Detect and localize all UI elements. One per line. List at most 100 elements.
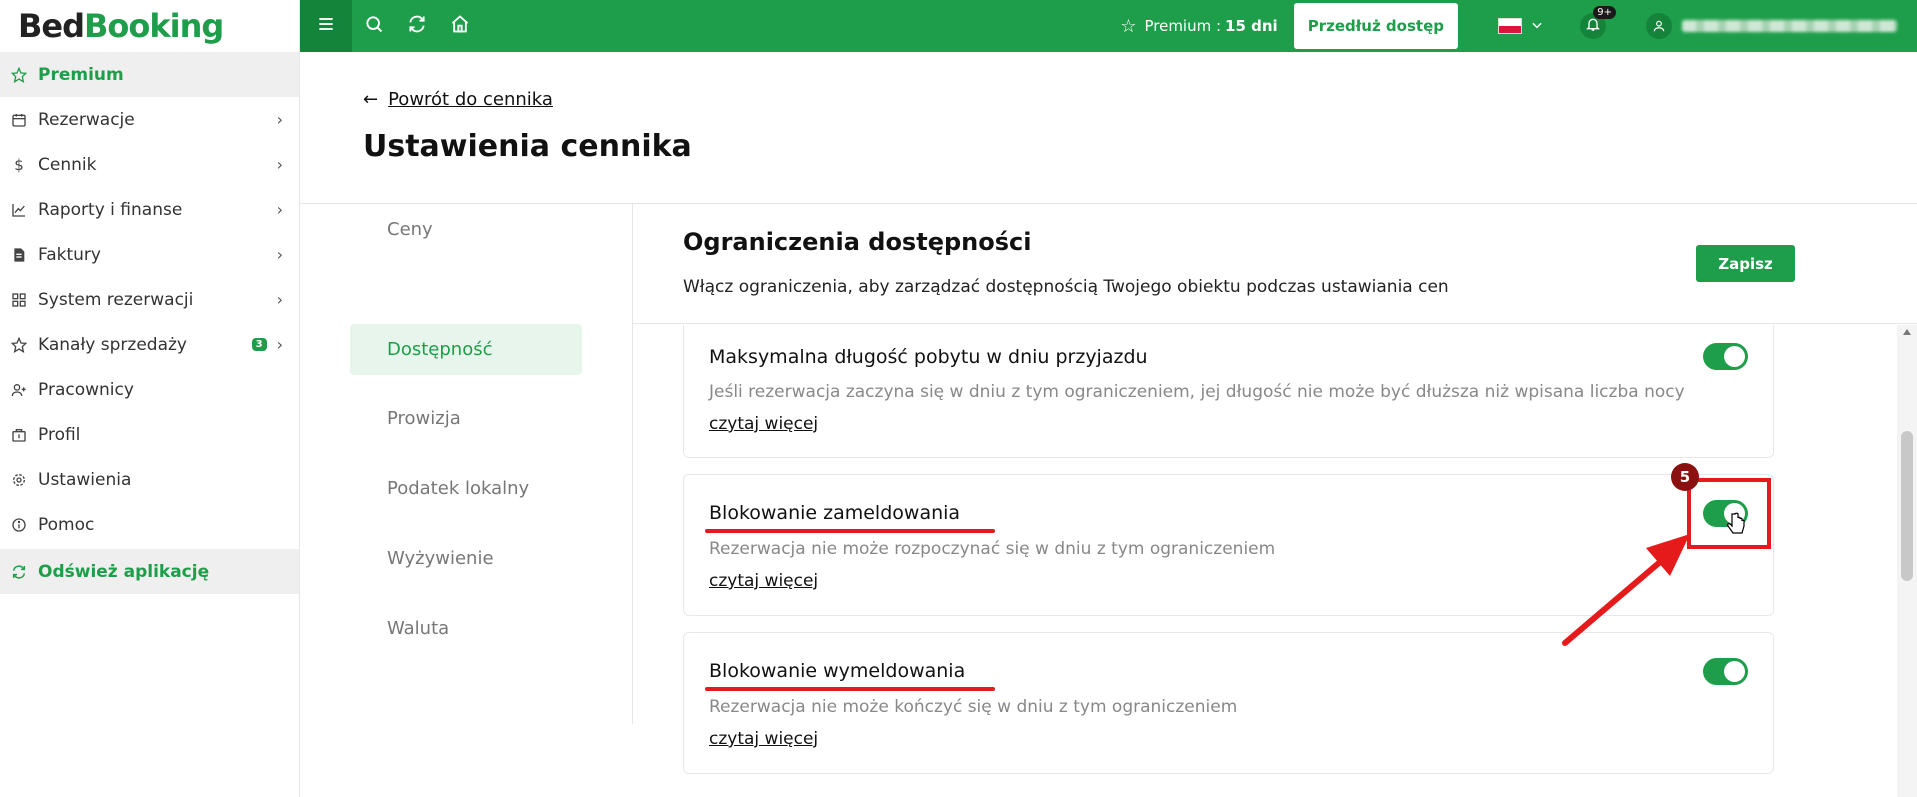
- sidebar-item-raporty[interactable]: Raporty i finanse ›: [0, 187, 299, 232]
- settings-tabs: Ceny Dostępność Prowizja Podatek lokalny…: [300, 204, 633, 724]
- chevron-right-icon: ›: [276, 335, 283, 354]
- sidebar-item-label: Kanały sprzedaży: [38, 334, 187, 355]
- annotation-arrow-icon: [1562, 534, 1690, 646]
- grid-icon: [10, 291, 28, 309]
- poland-flag-icon: [1498, 18, 1522, 34]
- sidebar-item-rezerwacje[interactable]: Rezerwacje ›: [0, 97, 299, 142]
- annotation-underline: [705, 687, 995, 691]
- arrow-left-icon: ←: [363, 89, 379, 110]
- info-icon: [10, 516, 28, 534]
- sidebar-item-kanaly[interactable]: Kanały sprzedaży 3 ›: [0, 322, 299, 367]
- calendar-icon: [10, 111, 28, 129]
- sidebar-item-cennik[interactable]: $ Cennik ›: [0, 142, 299, 187]
- gear-icon: [10, 471, 28, 489]
- user-name-redacted: [1682, 20, 1897, 32]
- home-icon: [450, 14, 470, 38]
- chevron-down-icon: [1530, 17, 1544, 36]
- restriction-description: Jeśli rezerwacja zaczyna się w dniu z ty…: [709, 382, 1685, 402]
- dollar-icon: $: [14, 155, 24, 174]
- restriction-title: Maksymalna długość pobytu w dniu przyjaz…: [709, 346, 1148, 368]
- restriction-card: Maksymalna długość pobytu w dniu przyjaz…: [683, 325, 1774, 458]
- sidebar-item-refresh-app[interactable]: Odśwież aplikację: [0, 549, 299, 594]
- user-icon: [1646, 13, 1672, 39]
- section-description: Włącz ograniczenia, aby zarządzać dostęp…: [683, 277, 1449, 297]
- building-icon: [10, 426, 28, 444]
- sidebar-nav: Premium Rezerwacje › $ Cennik › Raporty …: [0, 52, 299, 594]
- sidebar-item-pomoc[interactable]: Pomoc: [0, 502, 299, 547]
- logo[interactable]: Bed Booking: [0, 0, 299, 52]
- logo-booking: Booking: [84, 7, 224, 45]
- sidebar-item-ustawienia[interactable]: Ustawienia: [0, 457, 299, 502]
- premium-label: Premium :: [1144, 17, 1222, 35]
- premium-days: 15 dni: [1225, 17, 1278, 35]
- restriction-description: Rezerwacja nie może rozpoczynać się w dn…: [709, 539, 1276, 559]
- sidebar-item-label: Odśwież aplikację: [38, 561, 210, 582]
- chevron-right-icon: ›: [276, 290, 283, 309]
- sidebar-item-faktury[interactable]: Faktury ›: [0, 232, 299, 277]
- sidebar-item-profil[interactable]: Profil: [0, 412, 299, 457]
- restriction-toggle[interactable]: [1703, 658, 1748, 685]
- restriction-title: Blokowanie wymeldowania: [709, 660, 966, 682]
- scrollbar[interactable]: [1897, 325, 1917, 797]
- premium-status: ☆ Premium : 15 dni: [1120, 16, 1277, 37]
- chevron-right-icon: ›: [276, 155, 283, 174]
- sync-button[interactable]: [395, 0, 438, 52]
- sidebar-item-pracownicy[interactable]: Pracownicy: [0, 367, 299, 412]
- sidebar-item-label: Pomoc: [38, 514, 95, 535]
- back-link-label: Powrót do cennika: [388, 89, 553, 110]
- back-link[interactable]: ← Powrót do cennika: [363, 89, 553, 110]
- sync-icon: [407, 14, 427, 38]
- user-menu[interactable]: [1646, 13, 1897, 39]
- sidebar: Bed Booking Premium Rezerwacje › $ Cennik…: [0, 0, 300, 797]
- page-title: Ustawienia cennika: [363, 129, 692, 164]
- app: Bed Booking Premium Rezerwacje › $ Cennik…: [0, 0, 1917, 797]
- invoice-icon: [10, 246, 28, 264]
- menu-button[interactable]: [300, 0, 352, 52]
- sidebar-item-label: Cennik: [38, 154, 97, 175]
- sidebar-item-label: Faktury: [38, 244, 101, 265]
- sidebar-item-label: Raporty i finanse: [38, 199, 183, 220]
- star-icon: [10, 66, 28, 84]
- page-header: ← Powrót do cennika Ustawienia cennika: [300, 52, 1917, 204]
- save-button[interactable]: Zapisz: [1696, 245, 1795, 282]
- tab-wyzywienie[interactable]: Wyżywienie: [350, 533, 582, 584]
- sidebar-item-label: Profil: [38, 424, 81, 445]
- tab-podatek-lokalny[interactable]: Podatek lokalny: [350, 463, 582, 514]
- step-number-badge: 5: [1671, 463, 1699, 491]
- tab-prowizja[interactable]: Prowizja: [350, 393, 582, 444]
- logo-bed: Bed: [18, 7, 85, 45]
- chevron-right-icon: ›: [276, 245, 283, 264]
- restriction-title: Blokowanie zameldowania: [709, 502, 961, 524]
- tab-waluta[interactable]: Waluta: [350, 603, 582, 654]
- scrollbar-thumb[interactable]: [1901, 431, 1913, 581]
- language-selector[interactable]: [1498, 17, 1544, 36]
- notifications-button[interactable]: 9+: [1580, 6, 1616, 39]
- chevron-right-icon: ›: [276, 200, 283, 219]
- read-more-link[interactable]: czytaj więcej: [709, 729, 818, 749]
- refresh-icon: [10, 563, 28, 581]
- notifications-count: 9+: [1593, 6, 1616, 19]
- scroll-up-icon[interactable]: [1903, 329, 1911, 335]
- read-more-link[interactable]: czytaj więcej: [709, 571, 818, 591]
- user-plus-icon: [10, 381, 28, 399]
- star-outline-icon: ☆: [1120, 15, 1137, 37]
- hamburger-icon: [316, 14, 336, 38]
- chart-icon: [10, 201, 28, 219]
- tab-dostepnosc[interactable]: Dostępność: [350, 324, 582, 375]
- home-button[interactable]: [438, 0, 481, 52]
- extend-access-button[interactable]: Przedłuż dostęp: [1293, 3, 1458, 49]
- read-more-link[interactable]: czytaj więcej: [709, 414, 818, 434]
- sidebar-item-label: System rezerwacji: [38, 289, 194, 310]
- restriction-description: Rezerwacja nie może kończyć się w dniu z…: [709, 697, 1238, 717]
- section-title: Ograniczenia dostępności: [683, 228, 1032, 256]
- top-bar: ☆ Premium : 15 dni Przedłuż dostęp 9+: [300, 0, 1917, 52]
- bell-icon: [1585, 16, 1601, 36]
- sidebar-item-system-rezerwacji[interactable]: System rezerwacji ›: [0, 277, 299, 322]
- sidebar-item-premium[interactable]: Premium: [0, 52, 299, 97]
- section-header: Ograniczenia dostępności Włącz ogranicze…: [633, 204, 1917, 324]
- star-outline-icon: [10, 336, 28, 354]
- tab-ceny[interactable]: Ceny: [350, 204, 582, 255]
- search-button[interactable]: [352, 0, 395, 52]
- restriction-toggle[interactable]: [1703, 343, 1748, 370]
- sidebar-item-label: Rezerwacje: [38, 109, 135, 130]
